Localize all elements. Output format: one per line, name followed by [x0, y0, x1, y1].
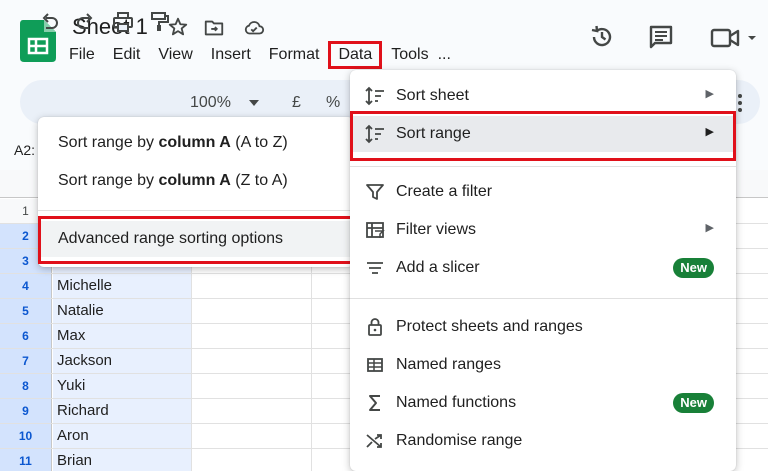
- cell-column-b[interactable]: [192, 399, 312, 423]
- sort-za-suffix: (Z to A): [230, 172, 288, 189]
- menu-edit[interactable]: Edit: [104, 41, 150, 69]
- named-ranges-icon: [367, 358, 383, 372]
- submenu-divider: [38, 210, 354, 211]
- sort-sheet-item[interactable]: Sort sheet ▶: [350, 78, 736, 114]
- filter-icon: [366, 184, 384, 200]
- add-slicer-label: Add a slicer: [396, 259, 480, 276]
- randomise-range-label: Randomise range: [396, 432, 523, 449]
- row-number[interactable]: 9: [0, 399, 52, 423]
- version-history-icon[interactable]: [589, 24, 615, 50]
- sort-sheet-label: Sort sheet: [396, 87, 469, 104]
- filter-views-icon: [366, 222, 385, 238]
- cell-column-b[interactable]: [192, 449, 312, 471]
- cell-column-a[interactable]: Brian: [53, 449, 192, 471]
- cell-column-a[interactable]: Max: [53, 324, 192, 348]
- menu-bar: File Edit View Insert Format Data Tools …: [60, 40, 460, 70]
- menu-divider: [350, 166, 736, 167]
- sort-az-prefix: Sort range by: [58, 134, 159, 151]
- cell-column-b[interactable]: [192, 324, 312, 348]
- currency-button[interactable]: £: [292, 94, 301, 114]
- protect-sheets-label: Protect sheets and ranges: [396, 318, 583, 335]
- row-number[interactable]: 5: [0, 299, 52, 323]
- sigma-icon: [369, 395, 380, 411]
- sort-az-column: column A: [158, 134, 231, 151]
- advanced-highlight-box: [38, 216, 356, 264]
- named-functions-label: Named functions: [396, 394, 517, 411]
- zoom-dropdown-icon[interactable]: [248, 98, 260, 108]
- star-icon[interactable]: [167, 16, 189, 38]
- row-number[interactable]: 11: [0, 449, 52, 471]
- menu-more[interactable]: ...: [438, 41, 460, 69]
- filter-views-label: Filter views: [396, 221, 477, 238]
- named-functions-item[interactable]: Named functions New: [350, 385, 736, 421]
- randomise-range-item[interactable]: Randomise range: [350, 423, 736, 459]
- row-number[interactable]: 10: [0, 424, 52, 448]
- sort-a-to-z-item[interactable]: Sort range by column A (A to Z): [38, 125, 354, 161]
- new-badge: New: [673, 393, 714, 413]
- sort-az-suffix: (A to Z): [230, 134, 288, 151]
- cell-column-a[interactable]: Yuki: [53, 374, 192, 398]
- cell-column-b[interactable]: [192, 424, 312, 448]
- cell-column-b[interactable]: [192, 274, 312, 298]
- lock-icon: [368, 318, 382, 336]
- row-number[interactable]: 7: [0, 349, 52, 373]
- menu-view[interactable]: View: [149, 41, 201, 69]
- filter-views-item[interactable]: Filter views ▶: [350, 212, 736, 248]
- cell-column-b[interactable]: [192, 349, 312, 373]
- submenu-arrow-icon: ▶: [705, 88, 714, 100]
- row-number[interactable]: 6: [0, 324, 52, 348]
- redo-icon[interactable]: [75, 12, 97, 32]
- add-slicer-item[interactable]: Add a slicer New: [350, 250, 736, 286]
- sort-z-to-a-item[interactable]: Sort range by column A (Z to A): [38, 163, 354, 199]
- sort-icon: [365, 86, 384, 106]
- undo-icon[interactable]: [38, 12, 60, 32]
- create-filter-label: Create a filter: [396, 183, 493, 200]
- meet-call-icon[interactable]: [710, 26, 758, 50]
- sort-za-prefix: Sort range by: [58, 172, 159, 189]
- menu-insert[interactable]: Insert: [202, 41, 260, 69]
- sort-range-highlight-box: [350, 111, 736, 161]
- menu-format[interactable]: Format: [260, 41, 329, 69]
- print-icon[interactable]: [112, 12, 134, 32]
- comments-icon[interactable]: [648, 24, 674, 50]
- menu-tools[interactable]: Tools: [382, 41, 437, 69]
- cell-column-a[interactable]: Natalie: [53, 299, 192, 323]
- submenu-arrow-icon: ▶: [705, 222, 714, 234]
- new-badge: New: [673, 258, 714, 278]
- paint-format-icon[interactable]: [148, 12, 170, 32]
- cell-column-b[interactable]: [192, 299, 312, 323]
- cell-column-a[interactable]: Richard: [53, 399, 192, 423]
- named-ranges-item[interactable]: Named ranges: [350, 347, 736, 383]
- cloud-saved-icon[interactable]: [242, 17, 266, 39]
- menu-data[interactable]: Data: [328, 41, 383, 69]
- slicer-icon: [367, 262, 383, 274]
- protect-sheets-item[interactable]: Protect sheets and ranges: [350, 309, 736, 345]
- shuffle-icon: [366, 434, 382, 448]
- percent-button[interactable]: %: [326, 94, 340, 114]
- zoom-select[interactable]: 100%: [190, 94, 231, 114]
- row-number[interactable]: 4: [0, 274, 52, 298]
- named-ranges-label: Named ranges: [396, 356, 501, 373]
- row-number[interactable]: 8: [0, 374, 52, 398]
- move-folder-icon[interactable]: [203, 17, 225, 39]
- cell-column-a[interactable]: Aron: [53, 424, 192, 448]
- create-filter-item[interactable]: Create a filter: [350, 174, 736, 210]
- cell-column-a[interactable]: Michelle: [53, 274, 192, 298]
- cell-column-a[interactable]: Jackson: [53, 349, 192, 373]
- menu-divider: [350, 298, 736, 299]
- menu-file[interactable]: File: [60, 41, 104, 69]
- sort-za-column: column A: [158, 172, 231, 189]
- cell-column-b[interactable]: [192, 374, 312, 398]
